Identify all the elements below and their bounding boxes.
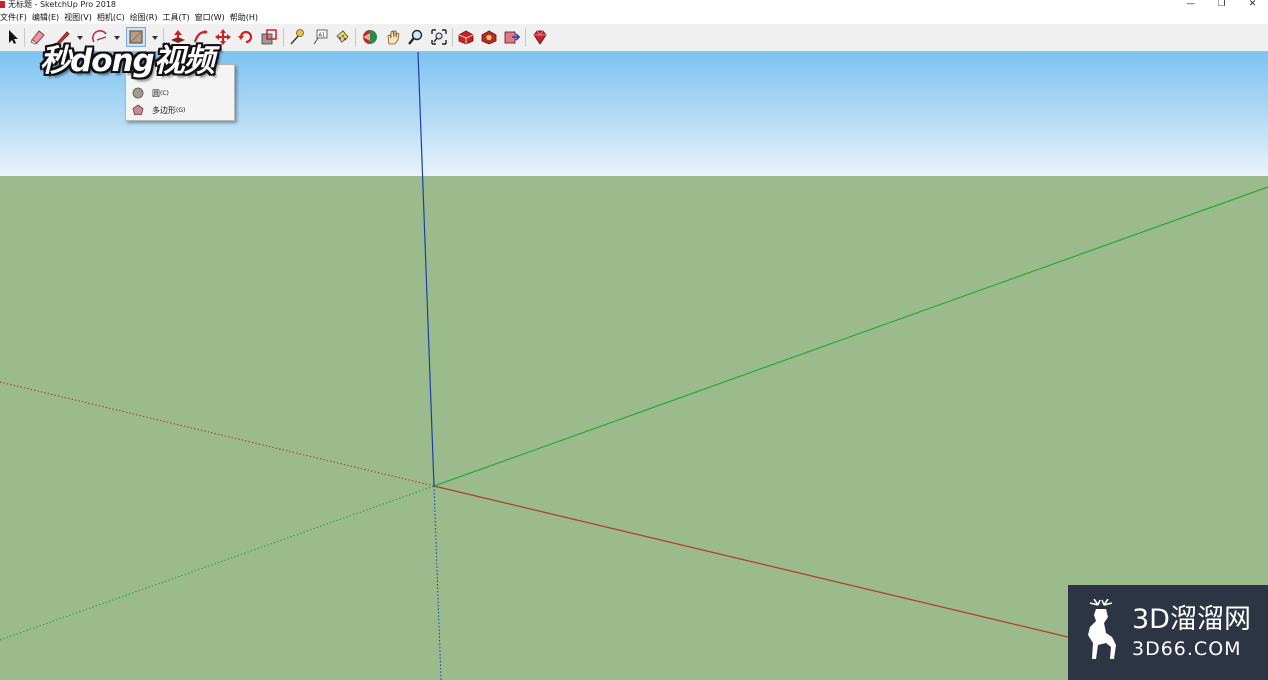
blue-axis-line bbox=[417, 52, 435, 487]
share-model-icon bbox=[504, 31, 521, 44]
menu-help[interactable]: 帮助(H) bbox=[230, 11, 263, 24]
orbit-icon bbox=[363, 30, 377, 44]
menu-window[interactable]: 窗口(W) bbox=[195, 11, 230, 24]
extension-icon bbox=[481, 30, 497, 45]
menu-item-polygon-label: 多边形 bbox=[152, 105, 176, 115]
window-title: 无标题 - SketchUp Pro 2018 bbox=[8, 0, 116, 9]
menu-view[interactable]: 视图(V) bbox=[64, 11, 97, 24]
green-axis-line bbox=[433, 186, 1268, 487]
extension-manager-button[interactable] bbox=[530, 27, 550, 47]
orbit-tool-button[interactable] bbox=[360, 27, 380, 47]
video-overlay-logo: 秒dong视频 bbox=[40, 43, 215, 79]
sketchup-app-icon bbox=[0, 1, 5, 8]
zoom-extents-tool-button[interactable] bbox=[429, 27, 449, 47]
menu-camera[interactable]: 相机(C) bbox=[97, 11, 130, 24]
ruby-gem-icon bbox=[533, 30, 547, 45]
menu-draw[interactable]: 绘图(R) bbox=[130, 11, 163, 24]
magnifier-icon bbox=[408, 29, 423, 45]
menu-item-circle-label: 圆 bbox=[152, 88, 160, 98]
svg-text:A1: A1 bbox=[319, 33, 326, 39]
extension-warehouse-button[interactable] bbox=[479, 27, 499, 47]
menu-item-circle[interactable]: 圆 (C) bbox=[126, 85, 234, 101]
rotate-icon bbox=[238, 30, 253, 44]
polygon-icon bbox=[132, 104, 144, 115]
watermark-title: 3D溜溜网 bbox=[1132, 604, 1251, 635]
select-tool-button[interactable] bbox=[3, 27, 23, 47]
zoom-tool-button[interactable] bbox=[406, 27, 426, 47]
warehouse-icon bbox=[458, 30, 474, 45]
text-tool-button[interactable]: A1 bbox=[310, 27, 330, 47]
watermark-badge: 3D溜溜网 3D66.COM bbox=[1068, 585, 1268, 680]
green-axis-dotted-line bbox=[0, 485, 435, 641]
deer-logo-icon bbox=[1088, 599, 1116, 659]
paint-bucket-tool-button[interactable] bbox=[332, 27, 352, 47]
menu-item-polygon[interactable]: 多边形 (G) bbox=[126, 102, 234, 118]
blue-axis-dotted-line bbox=[433, 485, 442, 680]
menu-item-circle-shortcut: (C) bbox=[160, 89, 169, 97]
red-axis-dotted-line bbox=[0, 381, 435, 487]
line-tool-chevron-down-icon[interactable] bbox=[77, 36, 83, 40]
scale-tool-button[interactable] bbox=[259, 27, 279, 47]
arc-tool-chevron-down-icon[interactable] bbox=[114, 36, 120, 40]
menubar: 文件(F) 编辑(E) 视图(V) 相机(C) 绘图(R) 工具(T) 窗口(W… bbox=[0, 11, 1268, 24]
menu-tools[interactable]: 工具(T) bbox=[163, 11, 195, 24]
shape-tool-chevron-down-icon[interactable] bbox=[152, 36, 158, 40]
share-model-button[interactable] bbox=[502, 27, 522, 47]
menu-file[interactable]: 文件(F) bbox=[0, 11, 32, 24]
menu-edit[interactable]: 编辑(E) bbox=[32, 11, 64, 24]
tape-measure-icon bbox=[290, 29, 304, 45]
tape-measure-tool-button[interactable] bbox=[287, 27, 307, 47]
paint-bucket-icon bbox=[336, 30, 349, 43]
red-axis-line bbox=[433, 485, 1069, 638]
close-button[interactable]: ✕ bbox=[1237, 0, 1268, 10]
pan-tool-button[interactable] bbox=[383, 27, 403, 47]
window-titlebar: 无标题 - SketchUp Pro 2018 — ❐ ✕ bbox=[0, 0, 1268, 10]
watermark-subtitle: 3D66.COM bbox=[1132, 638, 1242, 660]
minimize-button[interactable]: — bbox=[1175, 0, 1206, 10]
text-label-icon: A1 bbox=[313, 29, 328, 45]
maximize-button[interactable]: ❐ bbox=[1206, 0, 1237, 10]
arrow-cursor-icon bbox=[9, 30, 18, 44]
circle-icon bbox=[132, 87, 144, 99]
3d-warehouse-button[interactable] bbox=[456, 27, 476, 47]
scale-icon bbox=[261, 29, 277, 45]
hand-icon bbox=[387, 30, 400, 45]
window-controls: — ❐ ✕ bbox=[1175, 0, 1268, 10]
menu-item-polygon-shortcut: (G) bbox=[176, 106, 186, 114]
zoom-extents-icon bbox=[431, 29, 447, 45]
rotate-tool-button[interactable] bbox=[236, 27, 256, 47]
